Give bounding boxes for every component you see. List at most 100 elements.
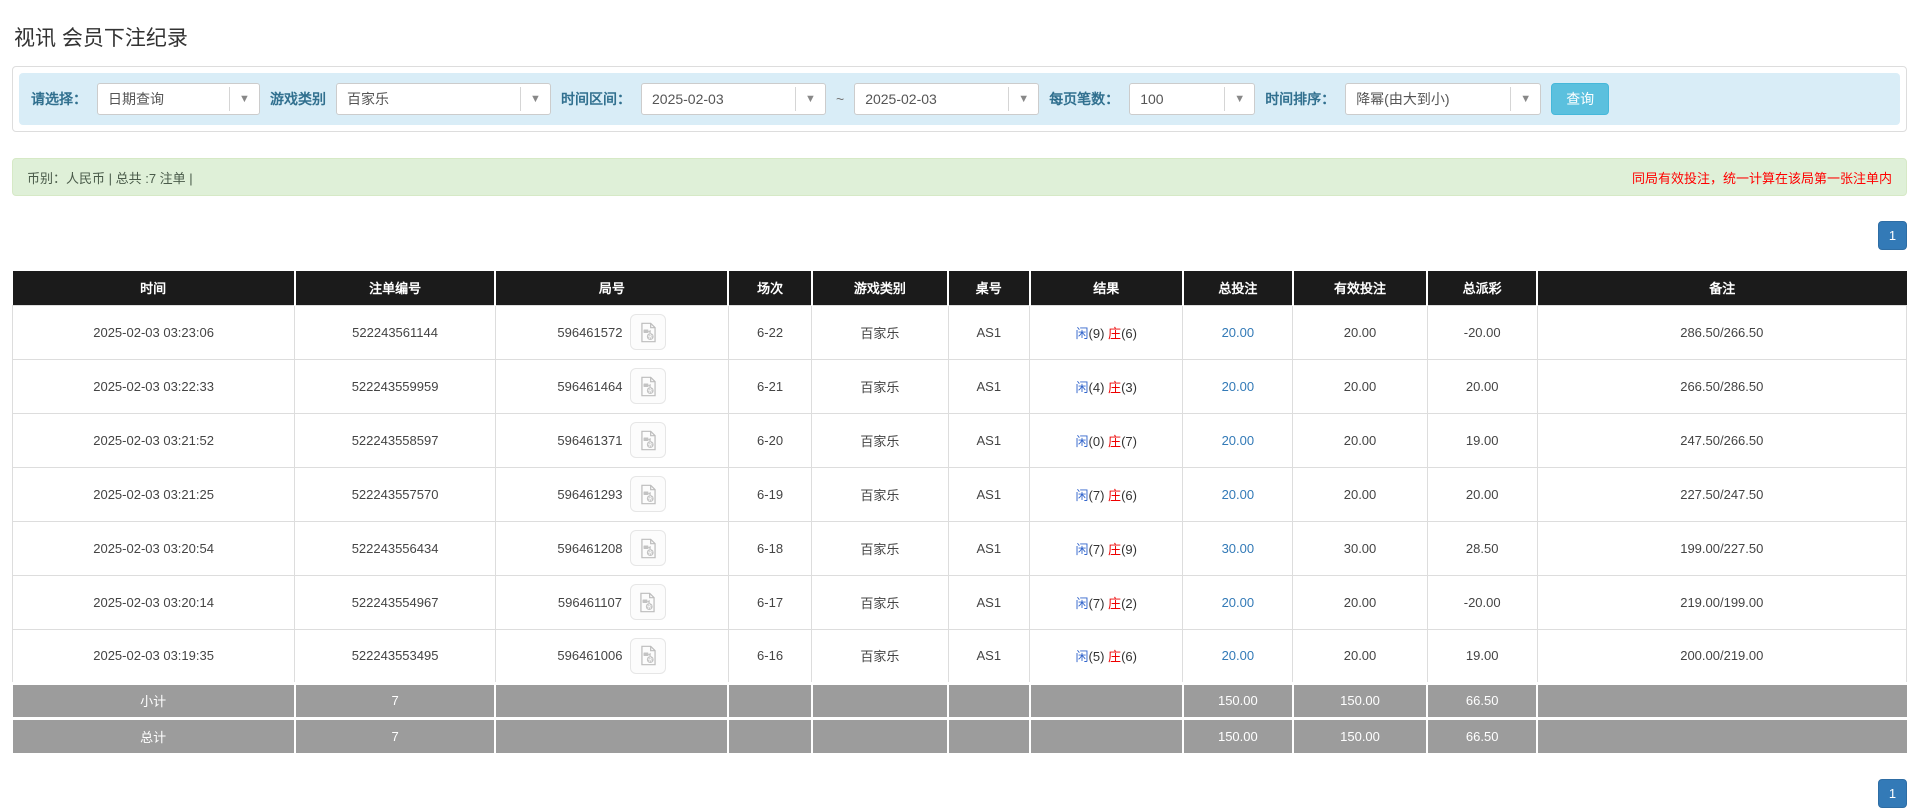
table-body: 2025-02-03 03:23:06 522243561144 596461572… [11, 304, 1908, 684]
chevron-down-icon: ▼ [1510, 87, 1540, 111]
pagination-top: 1 [12, 221, 1907, 250]
round-number: 596461107 [557, 594, 622, 610]
result-banker-label: 庄 [1108, 433, 1122, 449]
sort-select[interactable]: 降幂(由大到小) ▼ [1345, 83, 1542, 115]
cell-session: 6-16 [727, 628, 813, 684]
per-page-select[interactable]: 100 ▼ [1129, 83, 1256, 115]
video-file-icon [641, 430, 656, 450]
video-replay-button[interactable] [630, 422, 667, 458]
table-row: 2025-02-03 03:21:52 522243558597 596461371… [11, 412, 1908, 468]
video-replay-button[interactable] [630, 530, 667, 566]
result-player-score: (4) [1088, 379, 1105, 395]
column-header-0: 时间 [12, 271, 295, 305]
column-header-8: 有效投注 [1291, 271, 1428, 305]
cell-table-no: AS1 [947, 520, 1031, 576]
summary-payout: 66.50 [1426, 716, 1538, 753]
video-replay-button[interactable] [630, 314, 667, 350]
round-id-group: 596461293 [557, 476, 667, 512]
cell-time: 2025-02-03 03:22:33 [11, 358, 296, 414]
summary-empty-cell [810, 716, 949, 753]
column-header-6: 结果 [1028, 271, 1183, 305]
cell-total-bet: 30.00 [1182, 520, 1294, 576]
chevron-down-icon: ▼ [520, 87, 550, 111]
cell-bet-id: 522243553495 [294, 628, 496, 684]
page-1-button[interactable]: 1 [1878, 779, 1907, 808]
result-player-label: 闲 [1075, 541, 1089, 557]
game-type-label: 游戏类别 [270, 91, 326, 107]
cell-remark: 219.00/199.00 [1536, 574, 1908, 630]
total-bet-link[interactable]: 20.00 [1222, 379, 1255, 394]
cell-bet-id: 522243554967 [294, 574, 496, 630]
date-from-value: 2025-02-03 [652, 91, 724, 107]
cell-round-id: 596461464 [494, 358, 729, 414]
total-bet-link[interactable]: 30.00 [1222, 541, 1255, 556]
summary-empty-cell [1536, 681, 1907, 718]
sort-value: 降幂(由大到小) [1356, 91, 1450, 107]
summary-total-bet: 150.00 [1181, 716, 1293, 753]
per-page-value: 100 [1140, 91, 1164, 107]
cell-session: 6-18 [727, 520, 813, 576]
date-from-picker[interactable]: 2025-02-03 ▼ [641, 83, 826, 115]
cell-valid-bet: 20.00 [1292, 466, 1428, 522]
cell-table-no: AS1 [947, 466, 1031, 522]
table-header-row: 时间 注单编号 局号 场次 游戏类别 桌号 结果 总投注 有效投注 总派彩 备注 [12, 271, 1907, 305]
result-player-score: (7) [1088, 541, 1105, 557]
cell-game-type: 百家乐 [811, 304, 949, 360]
cell-session: 6-20 [727, 412, 813, 468]
cell-time: 2025-02-03 03:23:06 [11, 304, 296, 360]
query-type-select[interactable]: 日期查询 ▼ [97, 83, 260, 115]
result-player-score: (5) [1088, 649, 1105, 664]
cell-bet-id: 522243556434 [294, 520, 496, 576]
game-type-value: 百家乐 [347, 91, 389, 107]
cell-table-no: AS1 [947, 574, 1031, 630]
summary-empty-cell [494, 716, 729, 753]
column-header-2: 局号 [494, 271, 729, 305]
summary-valid-bet: 150.00 [1291, 681, 1428, 718]
cell-total-bet: 20.00 [1182, 466, 1294, 522]
cell-game-type: 百家乐 [811, 574, 949, 630]
cell-round-id: 596461107 [494, 574, 729, 630]
video-replay-button[interactable] [630, 476, 667, 512]
total-bet-link[interactable]: 20.00 [1222, 487, 1255, 502]
result-banker-score: (6) [1121, 325, 1137, 341]
video-file-icon [641, 645, 656, 666]
result-banker-score: (6) [1121, 487, 1137, 503]
search-button[interactable]: 查询 [1551, 83, 1610, 115]
cell-bet-id: 522243557570 [294, 466, 496, 522]
result-banker-score: (3) [1121, 379, 1137, 395]
round-number: 596461006 [557, 648, 623, 663]
cell-table-no: AS1 [947, 358, 1031, 414]
cell-session: 6-19 [727, 466, 813, 522]
cell-total-bet: 20.00 [1182, 304, 1294, 360]
page: 视讯 会员下注纪录 请选择： 日期查询 ▼ 游戏类别 百家乐 ▼ 时间区间： 2… [0, 0, 1919, 808]
total-bet-link[interactable]: 20.00 [1222, 648, 1255, 663]
video-replay-button[interactable] [630, 637, 667, 674]
result-banker-label: 庄 [1108, 379, 1122, 395]
video-file-icon [641, 322, 656, 342]
summary-count: 7 [293, 681, 496, 718]
total-bet-link[interactable]: 20.00 [1222, 325, 1255, 340]
result-player-label: 闲 [1075, 379, 1089, 395]
cell-remark: 286.50/266.50 [1536, 304, 1908, 360]
result-player-score: (9) [1088, 325, 1105, 341]
video-replay-button[interactable] [630, 368, 667, 404]
table-row: 2025-02-03 03:20:54 522243556434 596461208… [11, 520, 1908, 576]
chevron-down-icon: ▼ [229, 87, 259, 111]
result-player-score: (0) [1088, 433, 1105, 449]
cell-time: 2025-02-03 03:21:25 [11, 466, 296, 522]
video-file-icon [641, 376, 656, 396]
summary-empty-cell [727, 716, 812, 753]
column-header-10: 备注 [1536, 271, 1907, 305]
game-type-select[interactable]: 百家乐 ▼ [336, 83, 551, 115]
cell-remark: 199.00/227.50 [1536, 520, 1908, 576]
table-row: 2025-02-03 03:22:33 522243559959 596461464… [11, 358, 1908, 414]
total-bet-link[interactable]: 20.00 [1222, 433, 1255, 448]
result-player-label: 闲 [1075, 487, 1089, 503]
cell-payout: 20.00 [1426, 466, 1538, 522]
summary-empty-cell [1536, 716, 1907, 753]
result-player-label: 闲 [1075, 325, 1089, 341]
page-1-button[interactable]: 1 [1878, 221, 1907, 250]
total-bet-link[interactable]: 20.00 [1222, 595, 1255, 610]
video-replay-button[interactable] [629, 584, 666, 620]
date-to-picker[interactable]: 2025-02-03 ▼ [854, 83, 1040, 115]
